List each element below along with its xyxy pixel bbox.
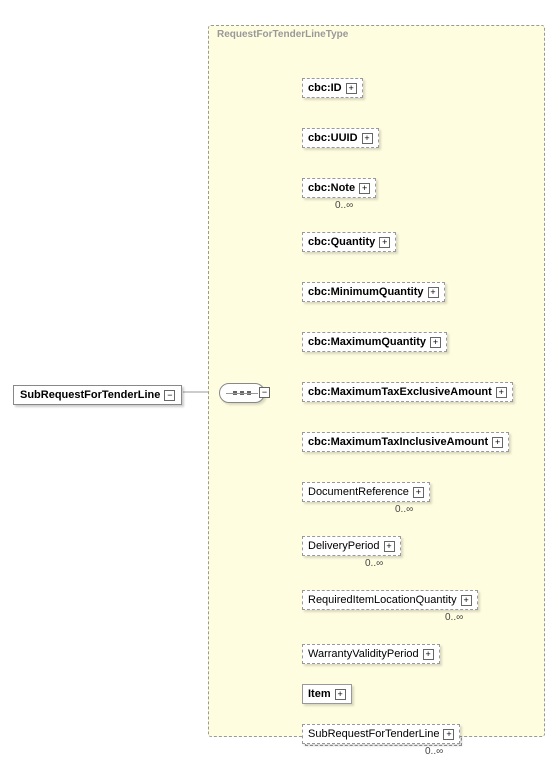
expand-icon[interactable]: + xyxy=(362,133,373,144)
schema-element-RequiredItemLocationQuantity[interactable]: RequiredItemLocationQuantity + xyxy=(302,590,478,610)
element-box: DeliveryPeriod + xyxy=(302,536,401,556)
root-element[interactable]: SubRequestForTenderLine − xyxy=(13,385,182,405)
schema-element-cbcMaximumTaxExclusiveAmount[interactable]: cbc:MaximumTaxExclusiveAmount + xyxy=(302,382,513,402)
cardinality-label: 0..∞ xyxy=(335,200,353,211)
expand-icon[interactable]: + xyxy=(423,649,434,660)
cardinality-label: 0..∞ xyxy=(445,612,463,623)
element-box: cbc:ID + xyxy=(302,78,363,98)
element-label: cbc:Note xyxy=(308,182,355,194)
schema-element-cbcMaximumTaxInclusiveAmount[interactable]: cbc:MaximumTaxInclusiveAmount + xyxy=(302,432,509,452)
element-box: cbc:MaximumQuantity + xyxy=(302,332,447,352)
element-label: DeliveryPeriod xyxy=(308,540,380,552)
schema-element-cbcMaximumQuantity[interactable]: cbc:MaximumQuantity + xyxy=(302,332,447,352)
root-label: SubRequestForTenderLine xyxy=(20,389,160,401)
schema-element-SubRequestForTenderLine[interactable]: SubRequestForTenderLine + xyxy=(302,724,460,744)
element-box: cbc:Note + xyxy=(302,178,376,198)
cardinality-label: 0..∞ xyxy=(395,504,413,515)
expand-icon[interactable]: + xyxy=(461,595,472,606)
sequence-compositor[interactable]: − xyxy=(219,383,265,403)
element-label: SubRequestForTenderLine xyxy=(308,728,439,740)
expand-icon[interactable]: + xyxy=(379,237,390,248)
element-box: cbc:Quantity + xyxy=(302,232,396,252)
element-label: cbc:MaximumTaxExclusiveAmount xyxy=(308,386,492,398)
element-label: cbc:UUID xyxy=(308,132,358,144)
element-label: DocumentReference xyxy=(308,486,409,498)
expand-icon[interactable]: + xyxy=(443,729,454,740)
element-box: DocumentReference + xyxy=(302,482,430,502)
schema-element-cbcQuantity[interactable]: cbc:Quantity + xyxy=(302,232,396,252)
element-label: cbc:MaximumQuantity xyxy=(308,336,426,348)
element-label: cbc:MinimumQuantity xyxy=(308,286,424,298)
element-label: cbc:MaximumTaxInclusiveAmount xyxy=(308,436,488,448)
element-box: cbc:MaximumTaxExclusiveAmount + xyxy=(302,382,513,402)
cardinality-label: 0..∞ xyxy=(365,558,383,569)
expand-icon[interactable]: + xyxy=(428,287,439,298)
element-label: cbc:Quantity xyxy=(308,236,375,248)
expand-icon[interactable]: + xyxy=(413,487,424,498)
type-label: RequestForTenderLineType xyxy=(217,29,348,40)
expand-icon[interactable]: + xyxy=(496,387,507,398)
collapse-icon[interactable]: − xyxy=(259,387,270,398)
element-box: SubRequestForTenderLine + xyxy=(302,724,460,744)
element-box: cbc:UUID + xyxy=(302,128,379,148)
schema-element-WarrantyValidityPeriod[interactable]: WarrantyValidityPeriod + xyxy=(302,644,440,664)
expand-icon[interactable]: + xyxy=(430,337,441,348)
schema-element-cbcNote[interactable]: cbc:Note + xyxy=(302,178,376,198)
element-box: cbc:MaximumTaxInclusiveAmount + xyxy=(302,432,509,452)
element-label: Item xyxy=(308,688,331,700)
schema-element-DocumentReference[interactable]: DocumentReference + xyxy=(302,482,430,502)
element-box: RequiredItemLocationQuantity + xyxy=(302,590,478,610)
element-box: cbc:MinimumQuantity + xyxy=(302,282,445,302)
expand-icon[interactable]: + xyxy=(384,541,395,552)
sequence-dots-icon xyxy=(233,391,251,395)
element-label: cbc:ID xyxy=(308,82,342,94)
collapse-icon[interactable]: − xyxy=(164,390,175,401)
schema-element-DeliveryPeriod[interactable]: DeliveryPeriod + xyxy=(302,536,401,556)
expand-icon[interactable]: + xyxy=(335,689,346,700)
expand-icon[interactable]: + xyxy=(359,183,370,194)
schema-element-cbcMinimumQuantity[interactable]: cbc:MinimumQuantity + xyxy=(302,282,445,302)
expand-icon[interactable]: + xyxy=(492,437,503,448)
element-box: Item + xyxy=(302,684,352,704)
expand-icon[interactable]: + xyxy=(346,83,357,94)
schema-element-Item[interactable]: Item + xyxy=(302,684,352,704)
element-box: WarrantyValidityPeriod + xyxy=(302,644,440,664)
element-label: RequiredItemLocationQuantity xyxy=(308,594,457,606)
schema-element-cbcID[interactable]: cbc:ID + xyxy=(302,78,363,98)
schema-element-cbcUUID[interactable]: cbc:UUID + xyxy=(302,128,379,148)
element-label: WarrantyValidityPeriod xyxy=(308,648,419,660)
